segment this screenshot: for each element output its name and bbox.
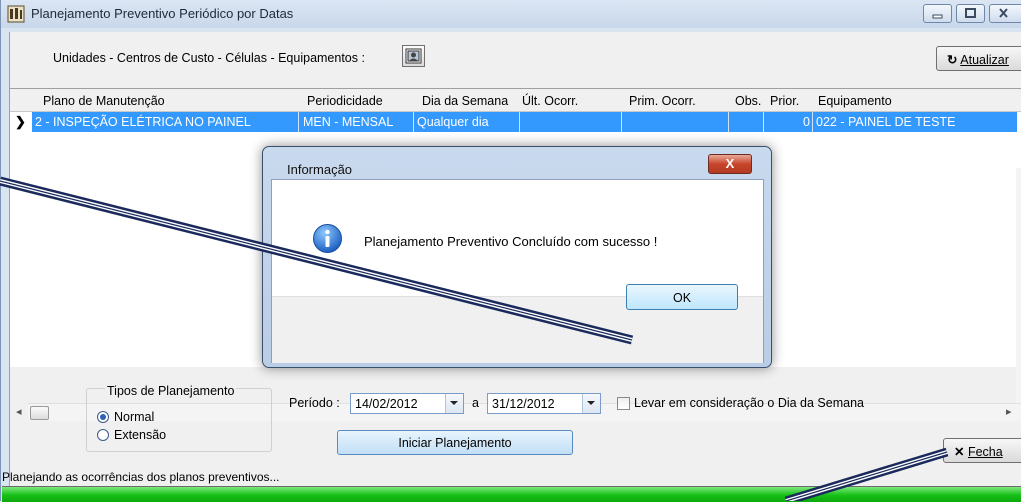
- col-equipamento[interactable]: Equipamento: [818, 94, 892, 108]
- col-obs[interactable]: Obs.: [735, 94, 761, 108]
- info-dialog: Informação X Planejamento Preventivo Con…: [262, 146, 772, 368]
- cell-divider: [763, 112, 764, 132]
- chevron-down-icon: [450, 401, 458, 405]
- weekday-checkbox-label[interactable]: Levar em consideração o Dia da Semana: [634, 396, 864, 410]
- date-to-picker[interactable]: 31/12/2012: [487, 393, 601, 414]
- status-text: Planejando as ocorrências dos planos pre…: [2, 470, 280, 484]
- planning-panel: Tipos de Planejamento Normal Extensão Pe…: [2, 368, 1021, 502]
- col-periodicidade[interactable]: Periodicidade: [307, 94, 383, 108]
- close-label: Fecha: [967, 445, 1003, 459]
- refresh-label: Atualizar: [960, 53, 1009, 67]
- title-bar[interactable]: Planejamento Preventivo Periódico por Da…: [1, 0, 1021, 28]
- maximize-button[interactable]: [956, 4, 985, 23]
- col-prim-ocorr[interactable]: Prim. Ocorr.: [629, 94, 696, 108]
- dialog-title: Informação: [287, 162, 353, 177]
- picture-icon: [405, 48, 422, 64]
- start-planning-label: Iniciar Planejamento: [398, 436, 512, 450]
- date-from-dropdown[interactable]: [445, 394, 463, 413]
- row-indicator-icon: ❯: [15, 114, 26, 129]
- grid-header: Plano de Manutenção Periodicidade Dia da…: [10, 89, 1021, 112]
- info-icon: [313, 224, 342, 253]
- planning-type-title: Tipos de Planejamento: [105, 384, 237, 398]
- radio-normal[interactable]: [97, 411, 109, 423]
- cell-divider: [298, 112, 299, 132]
- minimize-button[interactable]: [923, 4, 952, 23]
- radio-normal-label[interactable]: Normal: [114, 410, 154, 424]
- col-prior[interactable]: Prior.: [770, 94, 799, 108]
- close-icon: [999, 8, 1008, 18]
- ok-label: OK: [672, 291, 692, 305]
- cell-divider: [812, 112, 813, 132]
- close-icon: X: [725, 156, 735, 171]
- dialog-body: Planejamento Preventivo Concluído com su…: [271, 179, 764, 363]
- progress-bar: [2, 486, 1021, 502]
- cell-prior: 0: [803, 115, 810, 129]
- date-from-picker[interactable]: 14/02/2012: [350, 393, 464, 414]
- col-dia-semana[interactable]: Dia da Semana: [422, 94, 508, 108]
- ok-button[interactable]: OK: [626, 284, 738, 310]
- radio-extensao-label[interactable]: Extensão: [114, 428, 166, 442]
- cell-plano: 2 - INSPEÇÃO ELÉTRICA NO PAINEL: [35, 115, 251, 129]
- weekday-checkbox[interactable]: [617, 397, 630, 410]
- dialog-close-button[interactable]: X: [708, 154, 752, 174]
- refresh-button[interactable]: ↻ Atualizar: [936, 46, 1021, 71]
- units-picker-button[interactable]: [402, 45, 425, 67]
- radio-extensao[interactable]: [97, 429, 109, 441]
- maximize-icon: [965, 8, 976, 18]
- window-title: Planejamento Preventivo Periódico por Da…: [31, 6, 294, 21]
- cell-divider: [728, 112, 729, 132]
- cell-divider: [519, 112, 520, 132]
- date-from-value: 14/02/2012: [355, 397, 418, 411]
- period-label: Período :: [289, 396, 340, 410]
- close-x-icon: ✕: [954, 445, 965, 459]
- table-row[interactable]: 2 - INSPEÇÃO ELÉTRICA NO PAINEL MEN - ME…: [32, 112, 1017, 132]
- to-label: a: [472, 396, 479, 410]
- cell-dia-semana: Qualquer dia: [417, 115, 489, 129]
- col-plano[interactable]: Plano de Manutenção: [43, 94, 165, 108]
- refresh-icon: ↻: [947, 53, 958, 67]
- cell-divider: [621, 112, 622, 132]
- filter-row: Unidades - Centros de Custo - Células - …: [10, 32, 1021, 86]
- minimize-icon: [932, 14, 943, 19]
- cell-divider: [413, 112, 414, 132]
- cell-equipamento: 022 - PAINEL DE TESTE: [816, 115, 956, 129]
- start-planning-button[interactable]: Iniciar Planejamento: [337, 430, 573, 455]
- units-label: Unidades - Centros de Custo - Células - …: [53, 51, 365, 65]
- date-to-dropdown[interactable]: [582, 394, 600, 413]
- window-close-button[interactable]: [989, 4, 1021, 23]
- col-ult-ocorr[interactable]: Últ. Ocorr.: [522, 94, 578, 108]
- cell-periodicidade: MEN - MENSAL: [303, 115, 394, 129]
- app-icon: [7, 5, 25, 23]
- chevron-down-icon: [587, 401, 595, 405]
- date-to-value: 31/12/2012: [492, 397, 555, 411]
- close-button[interactable]: ✕ Fecha: [943, 438, 1021, 463]
- progress-fill: [2, 487, 1021, 502]
- dialog-message: Planejamento Preventivo Concluído com su…: [364, 234, 658, 249]
